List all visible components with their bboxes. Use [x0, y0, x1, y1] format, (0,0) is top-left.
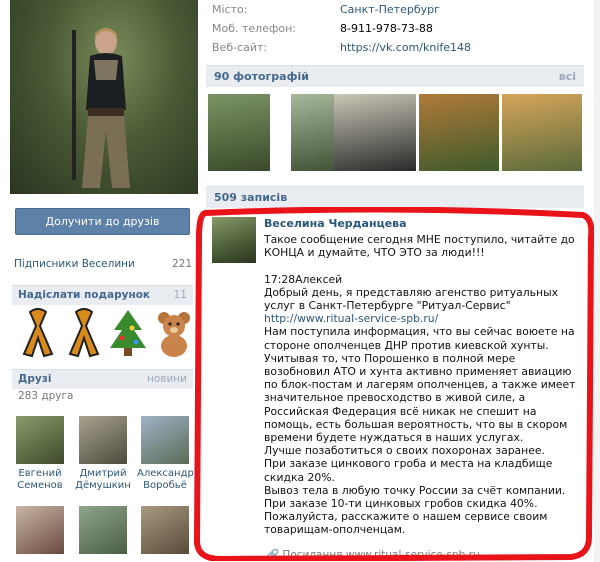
wall-header[interactable]: 509 записів	[206, 186, 584, 208]
friend-card[interactable]	[75, 506, 131, 554]
city-link[interactable]: Санкт-Петербург	[340, 0, 440, 19]
wall-post: Веселина Черданцева Такое сообщение сего…	[264, 217, 584, 537]
post-paragraph: При заказе цинкового гроба и места на кл…	[264, 457, 553, 484]
post-paragraph: Вывоз тела в любую точку России за счёт …	[264, 483, 566, 497]
bear-icon[interactable]	[154, 308, 194, 358]
photos-title: 90 фотографій	[214, 70, 309, 83]
friends-header[interactable]: Друзі новини	[12, 369, 193, 389]
profile-photo[interactable]	[10, 0, 198, 194]
link-icon: 🔗	[266, 549, 280, 561]
add-friend-button[interactable]: Долучити до друзів	[15, 208, 190, 235]
gifts-row	[14, 308, 194, 360]
friend-avatar	[79, 416, 127, 464]
gifts-header[interactable]: Надіслати подарунок 11	[12, 285, 193, 305]
post-paragraph: Пожалуйста, расскажите о нашем сервисе с…	[264, 510, 548, 537]
photo-thumb[interactable]	[502, 94, 582, 171]
friend-card[interactable]: Евгений Семенов	[12, 416, 68, 492]
friend-card[interactable]: Дмитрий Дёмушкин	[75, 416, 131, 492]
photo-thumb[interactable]	[419, 94, 499, 171]
friends-count: 283 друга	[18, 390, 74, 402]
website-link[interactable]: https://vk.com/knife148	[340, 38, 471, 57]
friend-name: Александр Воробьё	[137, 468, 194, 491]
post-paragraph: При заказе 10-ти цинковых гробов скидка …	[264, 497, 538, 511]
post-paragraph: Нам поступила информация, что вы сейчас …	[264, 325, 575, 352]
friend-avatar	[141, 506, 189, 554]
photo-thumb[interactable]	[208, 94, 270, 171]
info-row-city: Місто: Санкт-Петербург	[212, 0, 592, 19]
gifts-title: Надіслати подарунок	[18, 289, 151, 301]
friend-card[interactable]	[12, 506, 68, 554]
photos-header[interactable]: 90 фотографій всі	[206, 65, 584, 87]
friend-card[interactable]	[137, 506, 193, 554]
info-label: Веб-сайт:	[212, 41, 268, 54]
post-time-line: 17:28Алексей	[264, 272, 343, 286]
post-paragraph: Лучше позаботиться о своих похоронах зар…	[264, 444, 545, 458]
left-column: Долучити до друзів Підписники Веселини 2…	[0, 0, 205, 562]
profile-info: Місто: Санкт-Петербург Моб. телефон: 8-9…	[212, 0, 592, 57]
scrollbar[interactable]	[594, 0, 600, 562]
ritual-link[interactable]: http://www.ritual-service-spb.ru/	[264, 312, 438, 325]
person-figure	[72, 28, 130, 188]
tree-icon[interactable]	[108, 308, 148, 358]
photos-all-link[interactable]: всі	[559, 70, 576, 83]
post-author-avatar[interactable]	[212, 217, 256, 263]
post-intro: Такое сообщение сегодня МНЕ поступило, ч…	[264, 233, 575, 260]
info-label: Місто:	[212, 3, 248, 16]
friends-news-link[interactable]: новини	[147, 373, 187, 385]
info-label: Моб. телефон:	[212, 22, 297, 35]
subscribers-label: Підписники Веселини	[14, 258, 135, 270]
post-paragraph: Добрый день, я представляю агенство риту…	[264, 285, 559, 326]
friend-name: Евгений Семенов	[17, 468, 63, 491]
gifts-count: 11	[173, 289, 187, 301]
photo-thumb[interactable]	[334, 94, 416, 171]
info-row-website: Веб-сайт: https://vk.com/knife148	[212, 38, 592, 57]
post-paragraph: Учитывая то, что Порошенко в полной мере…	[264, 351, 576, 445]
post-source-link[interactable]: 🔗 Посилання www.ritual-service-spb.ru	[266, 548, 480, 561]
friends-title: Друзі	[18, 373, 52, 385]
friend-avatar	[79, 506, 127, 554]
ribbon-icon[interactable]	[18, 308, 58, 358]
friend-avatar	[16, 416, 64, 464]
photos-row	[208, 94, 586, 172]
subscribers-link[interactable]: Підписники Веселини 221	[14, 258, 192, 270]
subscribers-count: 221	[171, 258, 192, 270]
wall-title: 509 записів	[214, 191, 288, 204]
info-row-phone: Моб. телефон: 8-911-978-73-88	[212, 19, 592, 38]
friend-avatar	[16, 506, 64, 554]
ribbon-icon[interactable]	[64, 308, 104, 358]
friend-name: Дмитрий Дёмушкин	[75, 468, 131, 491]
friend-avatar	[141, 416, 189, 464]
post-author-link[interactable]: Веселина Черданцева	[264, 217, 584, 230]
friend-card[interactable]: Александр Воробьё	[137, 416, 194, 492]
phone-value: 8-911-978-73-88	[340, 22, 433, 35]
